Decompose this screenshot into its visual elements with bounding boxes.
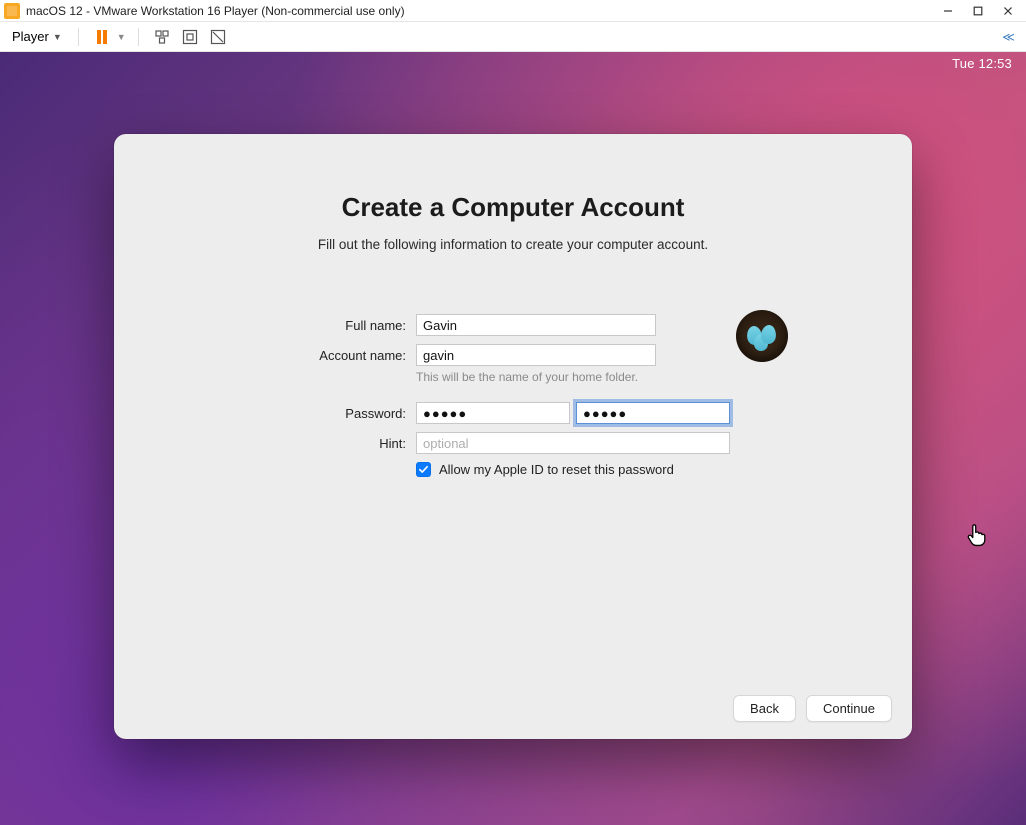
power-dropdown-caret-icon[interactable]: ▼	[117, 32, 126, 42]
allow-apple-id-reset-label: Allow my Apple ID to reset this password	[439, 462, 674, 477]
collapse-toolbar-button[interactable]: ≪	[996, 26, 1018, 48]
menubar-clock[interactable]: Tue 12:53	[952, 56, 1012, 71]
vmware-toolbar: Player ▼ ▼ ≪	[0, 22, 1026, 52]
account-name-label: Account name:	[154, 348, 416, 363]
dialog-footer: Back Continue	[114, 677, 912, 739]
setup-assistant-dialog: Create a Computer Account Fill out the f…	[114, 134, 912, 739]
cursor-pointer-icon	[966, 523, 988, 547]
account-name-helper: This will be the name of your home folde…	[416, 370, 638, 384]
toolbar-separator	[138, 28, 139, 46]
allow-apple-id-reset-checkbox[interactable]	[416, 462, 431, 477]
dialog-subtitle: Fill out the following information to cr…	[154, 237, 872, 252]
back-button[interactable]: Back	[733, 695, 796, 722]
full-name-label: Full name:	[154, 318, 416, 333]
toolbar-separator	[78, 28, 79, 46]
unity-mode-button[interactable]	[207, 26, 229, 48]
dropdown-caret-icon: ▼	[53, 32, 62, 42]
vmware-app-icon	[4, 3, 20, 19]
account-name-input[interactable]	[416, 344, 656, 366]
player-menu[interactable]: Player ▼	[8, 27, 66, 46]
password-input[interactable]	[416, 402, 570, 424]
window-minimize-button[interactable]	[934, 1, 962, 21]
send-ctrl-alt-del-button[interactable]	[151, 26, 173, 48]
hint-label: Hint:	[154, 436, 416, 451]
hint-input[interactable]	[416, 432, 730, 454]
window-close-button[interactable]	[994, 1, 1022, 21]
password-label: Password:	[154, 406, 416, 421]
window-title: macOS 12 - VMware Workstation 16 Player …	[26, 4, 405, 18]
collapse-icon: ≪	[1002, 30, 1012, 44]
pause-vm-button[interactable]	[91, 26, 113, 48]
account-picture-avatar[interactable]	[736, 310, 788, 362]
password-verify-input[interactable]	[576, 402, 730, 424]
player-menu-label: Player	[12, 29, 49, 44]
full-name-input[interactable]	[416, 314, 656, 336]
fullscreen-button[interactable]	[179, 26, 201, 48]
guest-screen: Tue 12:53 Create a Computer Account Fill…	[0, 52, 1026, 825]
window-maximize-button[interactable]	[964, 1, 992, 21]
host-window-titlebar: macOS 12 - VMware Workstation 16 Player …	[0, 0, 1026, 22]
dialog-title: Create a Computer Account	[154, 192, 872, 223]
continue-button[interactable]: Continue	[806, 695, 892, 722]
